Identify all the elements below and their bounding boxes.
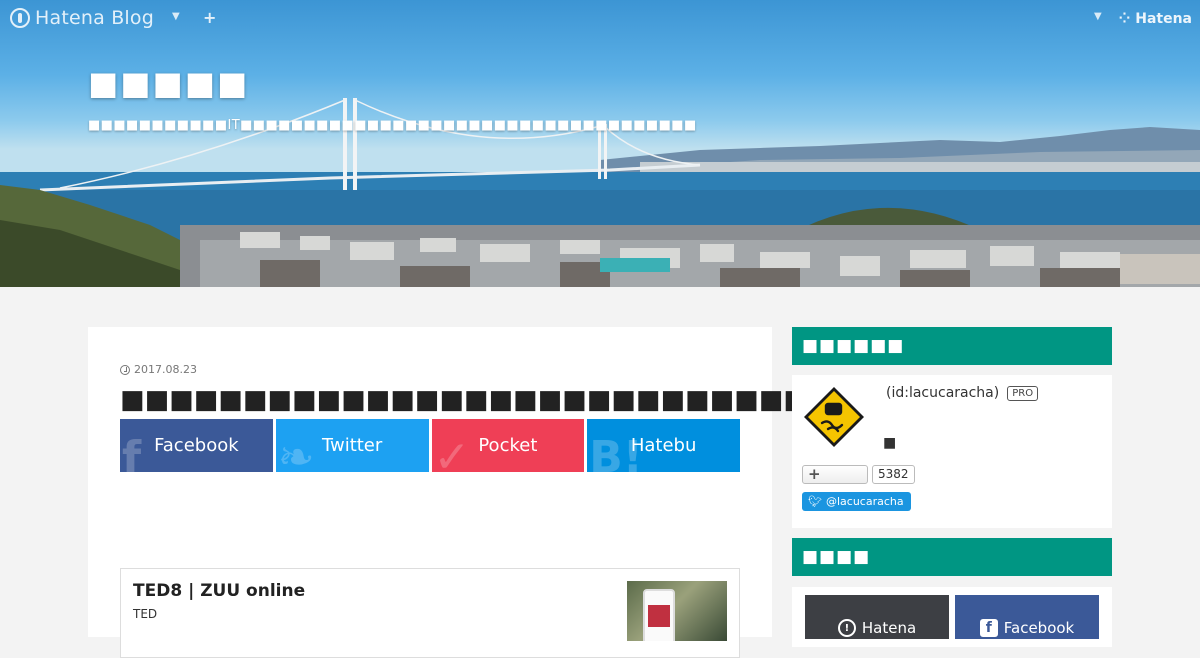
plus-icon[interactable]: +: [203, 8, 216, 27]
hatena-blog-logo-text: Hatena Blog: [35, 7, 154, 29]
share-pocket-label: Pocket: [478, 435, 538, 456]
header-hero: Hatena Blog ▼ + ▼ ⁘ Hatena ■■■■■ ■■■■■■■…: [0, 0, 1200, 287]
blog-description: ■■■■■■■■■■■IT■■■■■■■■■■■■■■■■■■■■■■■■■■■…: [88, 118, 697, 133]
share-facebook-button[interactable]: f Facebook: [120, 419, 273, 472]
subscribe-buttons: ! Hatena f Facebook: [805, 595, 1099, 639]
hatena-brand-icon: ⁘: [1118, 11, 1136, 27]
entry-date[interactable]: 2017.08.23: [120, 363, 197, 376]
share-twitter-label: Twitter: [321, 435, 383, 456]
hatena-blog-icon: [10, 8, 30, 28]
share-twitter-button[interactable]: ❧ Twitter: [275, 419, 429, 473]
embed-card-subtitle: TED: [133, 607, 158, 621]
blog-title[interactable]: ■■■■■: [88, 64, 249, 102]
user-menu-caret-icon[interactable]: ▼: [1094, 11, 1102, 22]
caret-down-icon[interactable]: ▼: [172, 11, 180, 22]
header-photo: [0, 98, 1200, 287]
twitter-handle: @lacucaracha: [825, 495, 904, 508]
pro-badge: PRO: [1007, 385, 1039, 401]
profile-heading: ■■■■■■: [792, 327, 1112, 365]
follower-count[interactable]: 5382: [872, 465, 915, 484]
entry-title[interactable]: ■■■■■■■■■■■■■■■■■■■■■■■■■■■■■■■: [120, 385, 882, 415]
follow-widget: + 5382: [802, 465, 915, 484]
hatena-icon: !: [837, 619, 856, 637]
embed-card-thumbnail[interactable]: [627, 581, 727, 641]
facebook-icon: f: [979, 619, 998, 637]
embed-card-title[interactable]: TED8 | ZUU online: [133, 581, 305, 601]
hatena-brand-text: Hatena: [1135, 11, 1192, 27]
share-hatebu-button[interactable]: B! Hatebu: [587, 419, 740, 472]
share-hatebu-label: Hatebu: [630, 435, 697, 456]
subscribe-facebook-button[interactable]: f Facebook: [955, 595, 1099, 639]
subscribe-hatena-label: Hatena: [861, 619, 917, 637]
share-buttons: f Facebook ❧ Twitter ✓ Pocket B! Hatebu: [120, 419, 740, 472]
profile-module: (id:lacucaracha) PRO ■ + 5382 🐦︎ @lacuca…: [792, 375, 1112, 528]
follow-button[interactable]: +: [802, 465, 868, 484]
entry-article: 2017.08.23 ■■■■■■■■■■■■■■■■■■■■■■■■■■■■■…: [88, 327, 882, 658]
twitter-follow-button[interactable]: 🐦︎ @lacucaracha: [802, 492, 911, 511]
hatena-blog-logo[interactable]: Hatena Blog: [10, 7, 154, 29]
clock-icon: [120, 364, 130, 375]
profile-avatar-icon[interactable]: [802, 385, 866, 449]
subscribe-facebook-label: Facebook: [1003, 619, 1075, 637]
subscribe-heading: ■■■■: [792, 538, 1112, 576]
profile-id[interactable]: (id:lacucaracha) PRO: [886, 385, 1039, 401]
facebook-icon: f: [122, 432, 142, 473]
profile-note: ■: [883, 435, 897, 451]
subscribe-hatena-button[interactable]: ! Hatena: [805, 595, 949, 639]
hatena-topbar: Hatena Blog ▼ + ▼ ⁘ Hatena: [0, 0, 1200, 38]
pocket-icon: ✓: [433, 432, 471, 473]
twitter-icon: 🐦︎: [808, 495, 822, 508]
subscribe-module: ! Hatena f Facebook: [792, 587, 1112, 647]
share-pocket-button[interactable]: ✓ Pocket: [431, 419, 585, 473]
entry-date-text: 2017.08.23: [134, 363, 197, 376]
hatena-brand-link[interactable]: ⁘ Hatena: [1119, 11, 1192, 27]
twitter-icon: ❧: [277, 432, 315, 473]
share-facebook-label: Facebook: [154, 435, 239, 456]
profile-id-text: (id:lacucaracha): [886, 385, 1000, 401]
embedded-link-card[interactable]: TED8 | ZUU online TED: [120, 568, 740, 658]
smartphone-image: [643, 589, 675, 641]
